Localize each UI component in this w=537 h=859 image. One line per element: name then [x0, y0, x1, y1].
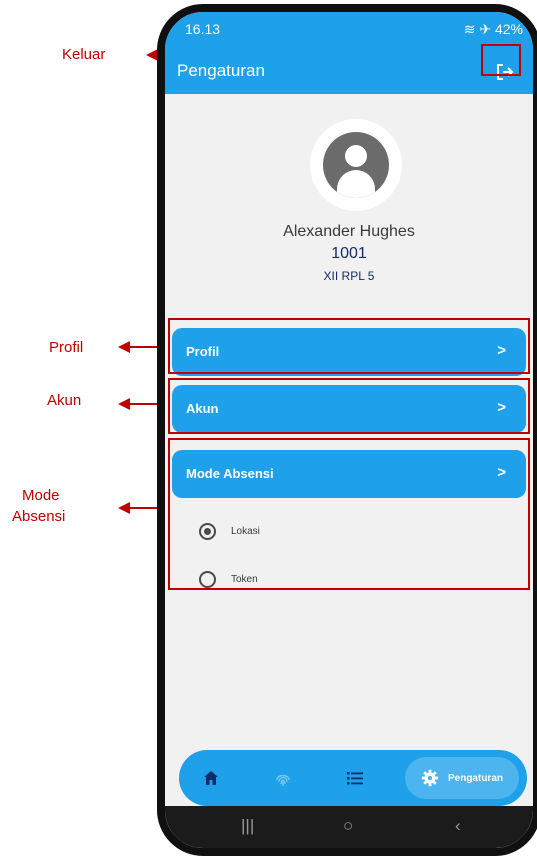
status-bar: 16.13 ≋ ✈ 42% — [165, 12, 533, 48]
system-nav-bar: ||| ○ ‹ — [165, 806, 533, 848]
annotation-mode-line1: Mode — [22, 487, 60, 504]
nav-home[interactable] — [199, 766, 223, 790]
annotation-profil: Profil — [49, 339, 84, 356]
annotation-mode-line2: Absensi — [12, 508, 66, 525]
settings-icon — [421, 769, 439, 787]
user-name: Alexander Hughes — [283, 223, 415, 240]
annotation-akun: Akun — [47, 392, 82, 409]
nav-list[interactable] — [343, 766, 367, 790]
status-time: 16.13 — [185, 21, 221, 37]
list-icon — [347, 772, 363, 785]
highlight-mode-absensi — [168, 438, 530, 590]
user-id: 1001 — [331, 245, 367, 262]
status-right: ≋ ✈ 42% — [464, 21, 523, 38]
page-title: Pengaturan — [177, 61, 265, 80]
nav-attendance[interactable] — [271, 766, 295, 790]
recents-button[interactable]: ||| — [241, 816, 254, 836]
back-button[interactable]: ‹ — [455, 816, 461, 836]
home-button[interactable]: ○ — [343, 816, 353, 836]
battery-percent: 42% — [494, 21, 523, 37]
home-icon — [204, 771, 218, 785]
annotation-keluar: Keluar — [62, 46, 106, 63]
person-icon — [323, 132, 389, 198]
highlight-akun — [168, 378, 530, 434]
highlight-keluar — [481, 44, 521, 76]
fingerprint-icon — [276, 774, 290, 786]
avatar-frame — [310, 119, 402, 211]
airplane-icon: ✈ — [479, 21, 492, 37]
user-class: XII RPL 5 — [323, 269, 375, 283]
nav-settings-label: Pengaturan — [447, 772, 503, 784]
nav-settings-active[interactable]: Pengaturan — [405, 757, 519, 799]
highlight-profil — [168, 318, 530, 374]
wifi-icon: ≋ — [463, 21, 476, 37]
bottom-nav: Pengaturan — [179, 750, 527, 806]
app-bar: Pengaturan — [165, 48, 533, 94]
